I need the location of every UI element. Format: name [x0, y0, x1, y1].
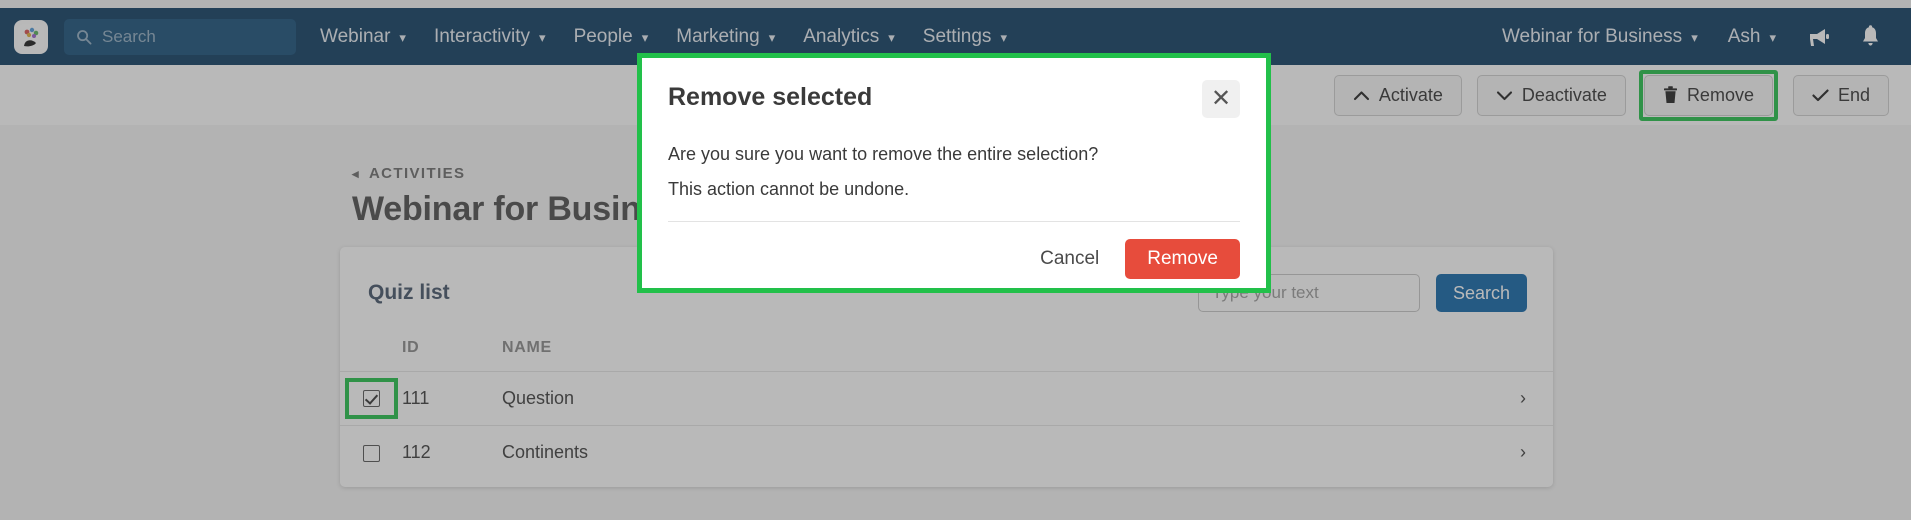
col-header-id: ID: [402, 339, 420, 356]
quiz-table-body: 111 Question › 112 Continents ›: [340, 371, 1553, 479]
deactivate-button-label: Deactivate: [1521, 84, 1607, 105]
nav-item-marketing[interactable]: Marketing ▾: [676, 26, 775, 48]
chevron-down-icon: ▾: [1000, 30, 1007, 45]
dialog-body-line-2: This action cannot be undone.: [668, 178, 910, 199]
chevron-up-icon: [1353, 90, 1370, 101]
dialog-header: Remove selected ✕: [668, 80, 1240, 118]
app-logo-icon[interactable]: [14, 19, 48, 54]
row-id: 111: [402, 371, 502, 426]
row-select-cell[interactable]: [340, 425, 402, 479]
chevron-down-icon: ▾: [539, 30, 546, 45]
remove-selected-dialog-highlight: Remove selected ✕ Are you sure you want …: [637, 53, 1271, 293]
remove-button[interactable]: Remove: [1643, 74, 1773, 116]
quiz-table: ID NAME 111 Question › 112 Continents ›: [340, 339, 1553, 479]
row-checkbox-checked[interactable]: [362, 390, 380, 407]
breadcrumb-label: ACTIVITIES: [368, 165, 466, 182]
activate-button[interactable]: Activate: [1333, 74, 1462, 116]
nav-item-people[interactable]: People ▾: [574, 26, 649, 48]
navbar-right: Webinar for Business ▾ Ash ▾: [1502, 24, 1887, 49]
check-icon: [1812, 89, 1829, 102]
workspace-switcher[interactable]: Webinar for Business ▾: [1502, 26, 1698, 48]
quiz-search-button[interactable]: Search: [1435, 274, 1527, 312]
user-menu-label: Ash: [1727, 25, 1761, 47]
dialog-title: Remove selected: [668, 83, 873, 111]
nav-item-label: People: [573, 25, 633, 47]
trash-icon: [1663, 86, 1678, 104]
col-header-select: [340, 339, 402, 372]
dialog-cancel-button[interactable]: Cancel: [1026, 240, 1113, 278]
chevron-down-icon: ▾: [768, 30, 776, 45]
bell-icon[interactable]: [1860, 24, 1881, 49]
user-menu[interactable]: Ash ▾: [1728, 26, 1776, 48]
table-header-row: ID NAME: [340, 339, 1553, 372]
nav-item-label: Marketing: [676, 25, 760, 47]
chevron-down-icon: ▾: [641, 30, 649, 45]
nav-item-label: Settings: [922, 25, 992, 47]
dialog-body: Are you sure you want to remove the enti…: [668, 140, 1240, 204]
global-search-placeholder: Search: [102, 26, 156, 46]
nav-item-webinar[interactable]: Webinar ▾: [320, 26, 406, 48]
dialog-body-line-1: Are you sure you want to remove the enti…: [668, 144, 1099, 164]
row-chevron-right-icon[interactable]: ›: [1493, 425, 1553, 479]
nav-item-settings[interactable]: Settings ▾: [923, 26, 1007, 48]
row-checkbox[interactable]: [362, 444, 380, 462]
close-icon[interactable]: ✕: [1202, 80, 1240, 118]
row-name: Continents: [502, 425, 1493, 479]
chevron-down-icon: ▾: [1691, 30, 1698, 45]
nav-item-label: Analytics: [803, 25, 880, 47]
global-search-input[interactable]: Search: [64, 18, 296, 55]
chevron-down-icon: [1496, 90, 1513, 101]
table-row[interactable]: 112 Continents ›: [340, 425, 1553, 479]
col-header-name: NAME: [502, 339, 552, 356]
nav-item-label: Interactivity: [433, 25, 531, 47]
end-button-label: End: [1837, 84, 1870, 105]
dialog-footer: Cancel Remove: [668, 238, 1240, 279]
table-row[interactable]: 111 Question ›: [340, 371, 1553, 426]
row-chevron-right-icon[interactable]: ›: [1493, 371, 1553, 426]
remove-button-highlight: Remove: [1638, 69, 1778, 121]
nav-item-analytics[interactable]: Analytics ▾: [803, 26, 895, 48]
chevron-down-icon: ▾: [888, 30, 895, 45]
nav-item-label: Webinar: [320, 25, 391, 47]
back-arrow-icon: ◂: [352, 166, 360, 181]
end-button[interactable]: End: [1792, 74, 1889, 116]
navbar-menu: Webinar ▾ Interactivity ▾ People ▾ Marke…: [320, 26, 1502, 48]
remove-selected-dialog: Remove selected ✕ Are you sure you want …: [642, 58, 1266, 288]
search-icon: [76, 29, 92, 45]
dialog-divider: [668, 220, 1240, 222]
chevron-down-icon: ▾: [399, 30, 406, 45]
row-checkbox-highlight: [344, 378, 398, 419]
row-name: Question: [502, 371, 1493, 426]
col-header-actions: [1493, 339, 1553, 372]
row-id: 112: [402, 425, 502, 479]
quiz-table-head: ID NAME: [340, 339, 1553, 372]
nav-item-interactivity[interactable]: Interactivity ▾: [434, 26, 546, 48]
activate-button-label: Activate: [1378, 84, 1443, 105]
dialog-remove-button[interactable]: Remove: [1125, 238, 1240, 279]
screenshot-root: Search Webinar ▾ Interactivity ▾ People …: [0, 0, 1911, 520]
workspace-label: Webinar for Business: [1501, 25, 1683, 47]
remove-button-label: Remove: [1686, 84, 1754, 105]
chevron-down-icon: ▾: [1769, 30, 1776, 45]
deactivate-button[interactable]: Deactivate: [1476, 74, 1626, 116]
card-title: Quiz list: [368, 281, 450, 304]
row-select-cell[interactable]: [340, 371, 402, 426]
megaphone-icon[interactable]: [1806, 26, 1830, 48]
